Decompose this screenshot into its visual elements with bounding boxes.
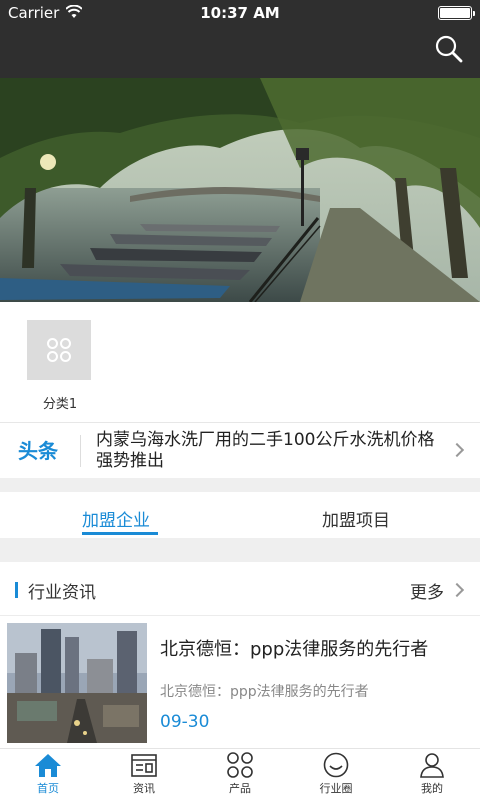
join-tabs: 加盟企业 加盟项目 [0,492,480,538]
news-article[interactable]: 北京德恒：ppp法律服务的先行者 北京德恒：ppp法律服务的先行者 09-30 [0,617,480,748]
article-description: 北京德恒：ppp法律服务的先行者 [160,684,369,700]
tabbar-label: 资讯 [133,782,155,795]
article-thumbnail [7,623,147,743]
category-section: 分类1 [0,302,480,422]
headline-bar[interactable]: 头条 内蒙乌海水洗厂用的二手100公斤水洗机价格强势推出 [0,422,480,478]
banner-image[interactable] [0,78,480,302]
battery-icon [438,6,475,20]
chevron-right-icon[interactable] [449,582,465,598]
tabbar-news[interactable]: 资讯 [96,749,192,800]
tabbar-home[interactable]: 首页 [0,749,96,800]
industry-news-section: 行业资讯 更多 北京德恒：ppp法律服务的先行者 北京德恒：ppp法律服务的先行… [0,562,480,748]
circle-icon [323,752,349,778]
status-bar: Carrier 10:37 AM [0,0,480,26]
tabbar-products[interactable]: 产品 [192,749,288,800]
article-title: 北京德恒：ppp法律服务的先行者 [160,639,429,660]
tabbar-circle[interactable]: 行业圈 [288,749,384,800]
news-icon [131,754,157,777]
headline-badge: 头条 [18,439,58,463]
tabbar-label: 产品 [229,782,251,795]
user-icon [420,753,444,778]
tab-join-projects[interactable]: 加盟项目 [322,506,390,531]
chevron-right-icon [449,442,465,458]
section-marker [15,582,18,598]
bottom-tab-bar: 首页 资讯 产品 行业圈 我的 [0,748,480,800]
news-header: 行业资讯 更多 [0,562,480,616]
tabbar-mine[interactable]: 我的 [384,749,480,800]
search-icon[interactable] [434,34,464,64]
active-tab-indicator [82,532,158,535]
status-time: 10:37 AM [200,4,280,22]
tabbar-label: 我的 [421,782,443,795]
more-link[interactable]: 更多 [410,578,444,603]
home-icon [35,754,61,777]
section-title: 行业资讯 [28,583,96,603]
tabbar-label: 行业圈 [319,782,353,795]
grid-icon [27,320,91,380]
tab-join-companies[interactable]: 加盟企业 [82,506,150,531]
products-icon [227,752,253,778]
app-header: Carrier 10:37 AM [0,0,480,78]
article-date: 09-30 [160,712,210,732]
category-item[interactable]: 分类1 [27,320,93,412]
headline-text[interactable]: 内蒙乌海水洗厂用的二手100公斤水洗机价格强势推出 [96,430,446,472]
category-label: 分类1 [42,397,78,412]
tabbar-label: 首页 [37,782,59,795]
headline-divider [80,435,81,467]
